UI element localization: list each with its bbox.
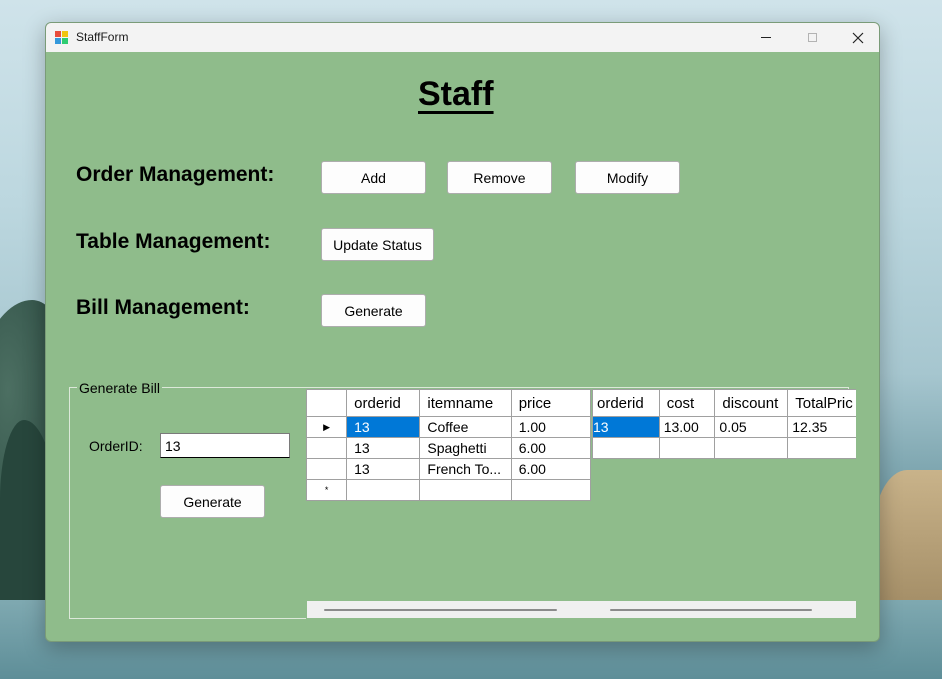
order-management-label: Order Management: bbox=[76, 163, 275, 186]
minimize-button[interactable] bbox=[743, 23, 789, 52]
modify-button[interactable]: Modify bbox=[575, 161, 680, 194]
items-grid[interactable]: orderid itemname price ▶ 13 Coffee 1.00 … bbox=[306, 389, 592, 501]
table-cell[interactable] bbox=[510, 479, 592, 501]
column-header[interactable]: itemname bbox=[419, 389, 512, 417]
table-cell[interactable]: 13 bbox=[346, 437, 421, 459]
new-row[interactable]: * bbox=[306, 479, 592, 501]
table-cell[interactable] bbox=[592, 437, 660, 459]
table-cell[interactable] bbox=[787, 437, 856, 459]
title-bar[interactable]: StaffForm bbox=[46, 23, 879, 52]
table-cell[interactable] bbox=[419, 479, 512, 501]
table-cell[interactable]: 6.00 bbox=[510, 458, 592, 480]
table-cell[interactable] bbox=[714, 437, 789, 459]
table-row[interactable]: ▶ 13 Coffee 1.00 bbox=[306, 416, 592, 438]
table-cell[interactable]: French To... bbox=[419, 458, 512, 480]
table-cell[interactable] bbox=[346, 479, 421, 501]
table-cell[interactable]: 13 bbox=[346, 416, 421, 438]
column-header[interactable]: orderid bbox=[592, 389, 660, 417]
generate-bill-section-button[interactable]: Generate bbox=[321, 294, 426, 327]
orderid-input[interactable] bbox=[160, 433, 290, 458]
column-header[interactable]: discount bbox=[714, 389, 789, 417]
table-cell[interactable]: 13.00 bbox=[658, 416, 716, 438]
table-cell[interactable] bbox=[658, 437, 716, 459]
desktop-grass bbox=[872, 470, 942, 610]
remove-button[interactable]: Remove bbox=[447, 161, 552, 194]
column-header[interactable]: orderid bbox=[346, 389, 421, 417]
table-row[interactable]: 13 French To... 6.00 bbox=[306, 458, 592, 480]
table-row[interactable]: 13 13.00 0.05 12.35 bbox=[592, 416, 856, 438]
table-cell[interactable]: 12.35 bbox=[787, 416, 856, 438]
close-icon bbox=[852, 32, 864, 43]
update-status-button[interactable]: Update Status bbox=[321, 228, 434, 261]
staff-form-window: StaffForm Staff Order Management: Add Re… bbox=[45, 22, 880, 642]
bill-grid-header: orderid cost discount TotalPric bbox=[592, 389, 856, 417]
current-row-indicator[interactable]: ▶ bbox=[306, 416, 348, 438]
bill-management-label: Bill Management: bbox=[76, 296, 250, 319]
row-header[interactable] bbox=[306, 458, 348, 480]
generate-button[interactable]: Generate bbox=[160, 485, 265, 518]
column-header[interactable]: cost bbox=[658, 389, 716, 417]
table-cell[interactable]: 6.00 bbox=[510, 437, 592, 459]
window-title: StaffForm bbox=[76, 30, 129, 44]
minimize-icon bbox=[761, 37, 771, 38]
table-cell[interactable]: Coffee bbox=[419, 416, 512, 438]
page-title: Staff bbox=[418, 75, 494, 113]
table-cell[interactable]: 0.05 bbox=[714, 416, 789, 438]
row-header-corner[interactable] bbox=[306, 389, 348, 417]
row-header[interactable] bbox=[306, 437, 348, 459]
add-button[interactable]: Add bbox=[321, 161, 426, 194]
bill-scroll-thumb[interactable] bbox=[610, 609, 812, 611]
new-row[interactable] bbox=[592, 437, 856, 459]
orderid-label: OrderID: bbox=[89, 438, 143, 454]
items-scroll-thumb[interactable] bbox=[324, 609, 557, 611]
new-row-indicator[interactable]: * bbox=[306, 479, 348, 501]
close-button[interactable] bbox=[835, 23, 879, 52]
column-header[interactable]: price bbox=[510, 389, 592, 417]
horizontal-scrollbar[interactable] bbox=[307, 601, 856, 618]
table-cell[interactable]: 13 bbox=[592, 416, 660, 438]
bill-grid[interactable]: orderid cost discount TotalPric 13 13.00… bbox=[592, 389, 856, 459]
generate-bill-title: Generate Bill bbox=[77, 380, 162, 396]
maximize-icon bbox=[807, 33, 817, 42]
table-cell[interactable]: 1.00 bbox=[510, 416, 592, 438]
table-management-label: Table Management: bbox=[76, 230, 271, 253]
column-header[interactable]: TotalPric bbox=[787, 389, 856, 417]
maximize-button[interactable] bbox=[789, 23, 835, 52]
items-grid-header: orderid itemname price bbox=[306, 389, 592, 417]
table-row[interactable]: 13 Spaghetti 6.00 bbox=[306, 437, 592, 459]
app-icon bbox=[55, 31, 68, 44]
table-cell[interactable]: 13 bbox=[346, 458, 421, 480]
table-cell[interactable]: Spaghetti bbox=[419, 437, 512, 459]
grids-container: orderid itemname price ▶ 13 Coffee 1.00 … bbox=[306, 389, 856, 619]
